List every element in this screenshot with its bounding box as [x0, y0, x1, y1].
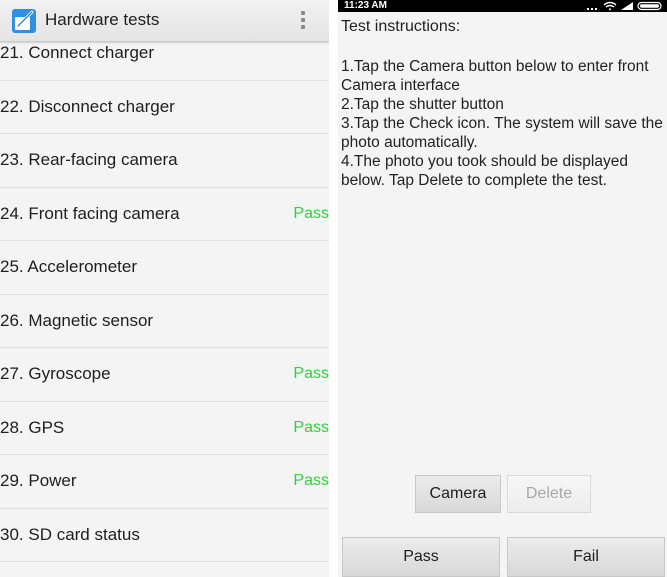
instruction-step: 2.Tap the shutter button [341, 96, 504, 113]
battery-icon [637, 1, 662, 11]
instructions-title: Test instructions: [341, 18, 461, 35]
list-item[interactable]: 30. SD card status [0, 509, 329, 562]
status-icons [587, 1, 662, 11]
test-label: 24. Front facing camera [0, 203, 180, 223]
instruction-step: 4.The photo you took should be displayed… [341, 153, 628, 189]
test-label: 27. Gyroscope [0, 364, 111, 384]
signal-icon [621, 2, 633, 10]
test-status: Pass [293, 472, 329, 490]
status-bar: 11:23 AM [338, 0, 667, 12]
hardware-tests-screen: Hardware tests 21. Connect charger 22. D… [0, 0, 329, 577]
test-status: Pass [293, 365, 329, 383]
list-item[interactable]: 25. Accelerometer [0, 241, 329, 295]
status-time: 11:23 AM [344, 0, 387, 11]
test-label: 22. Disconnect charger [0, 96, 175, 116]
overflow-menu-icon[interactable] [296, 9, 310, 33]
hardware-test-app-icon[interactable] [11, 8, 37, 34]
list-item[interactable]: 23. Rear-facing camera [0, 134, 329, 188]
more-dots-icon [587, 8, 597, 10]
camera-test-screen: 11:23 AM Test instructions: 1.Tap the Ca… [338, 0, 667, 577]
app-bar: Hardware tests [0, 0, 329, 42]
test-label: 21. Connect charger [0, 43, 155, 63]
wifi-icon [603, 1, 617, 11]
test-label: 28. GPS [0, 417, 65, 437]
list-item[interactable]: 24. Front facing camera Pass [0, 188, 329, 241]
fail-button[interactable]: Fail [507, 537, 665, 577]
camera-button[interactable]: Camera [415, 475, 501, 513]
list-item[interactable]: 22. Disconnect charger [0, 81, 329, 134]
list-item[interactable]: 26. Magnetic sensor [0, 295, 329, 348]
test-label: 29. Power [0, 471, 77, 491]
test-status: Pass [293, 418, 329, 436]
list-item[interactable]: 29. Power Pass [0, 455, 329, 509]
test-label: 23. Rear-facing camera [0, 150, 178, 170]
app-title: Hardware tests [45, 10, 160, 29]
instructions-list: 1.Tap the Camera button below to enter f… [341, 57, 667, 190]
delete-button[interactable]: Delete [507, 475, 591, 513]
pass-button[interactable]: Pass [342, 537, 500, 577]
test-label: 26. Magnetic sensor [0, 310, 154, 330]
test-list: 21. Connect charger 22. Disconnect charg… [0, 27, 329, 562]
test-status: Pass [293, 204, 329, 222]
test-label: 30. SD card status [0, 524, 140, 544]
test-label: 25. Accelerometer [0, 257, 138, 277]
instruction-step: 3.Tap the Check icon. The system will sa… [341, 115, 663, 151]
list-item[interactable]: 28. GPS Pass [0, 402, 329, 455]
list-item[interactable]: 27. Gyroscope Pass [0, 348, 329, 402]
instruction-step: 1.Tap the Camera button below to enter f… [341, 58, 649, 94]
